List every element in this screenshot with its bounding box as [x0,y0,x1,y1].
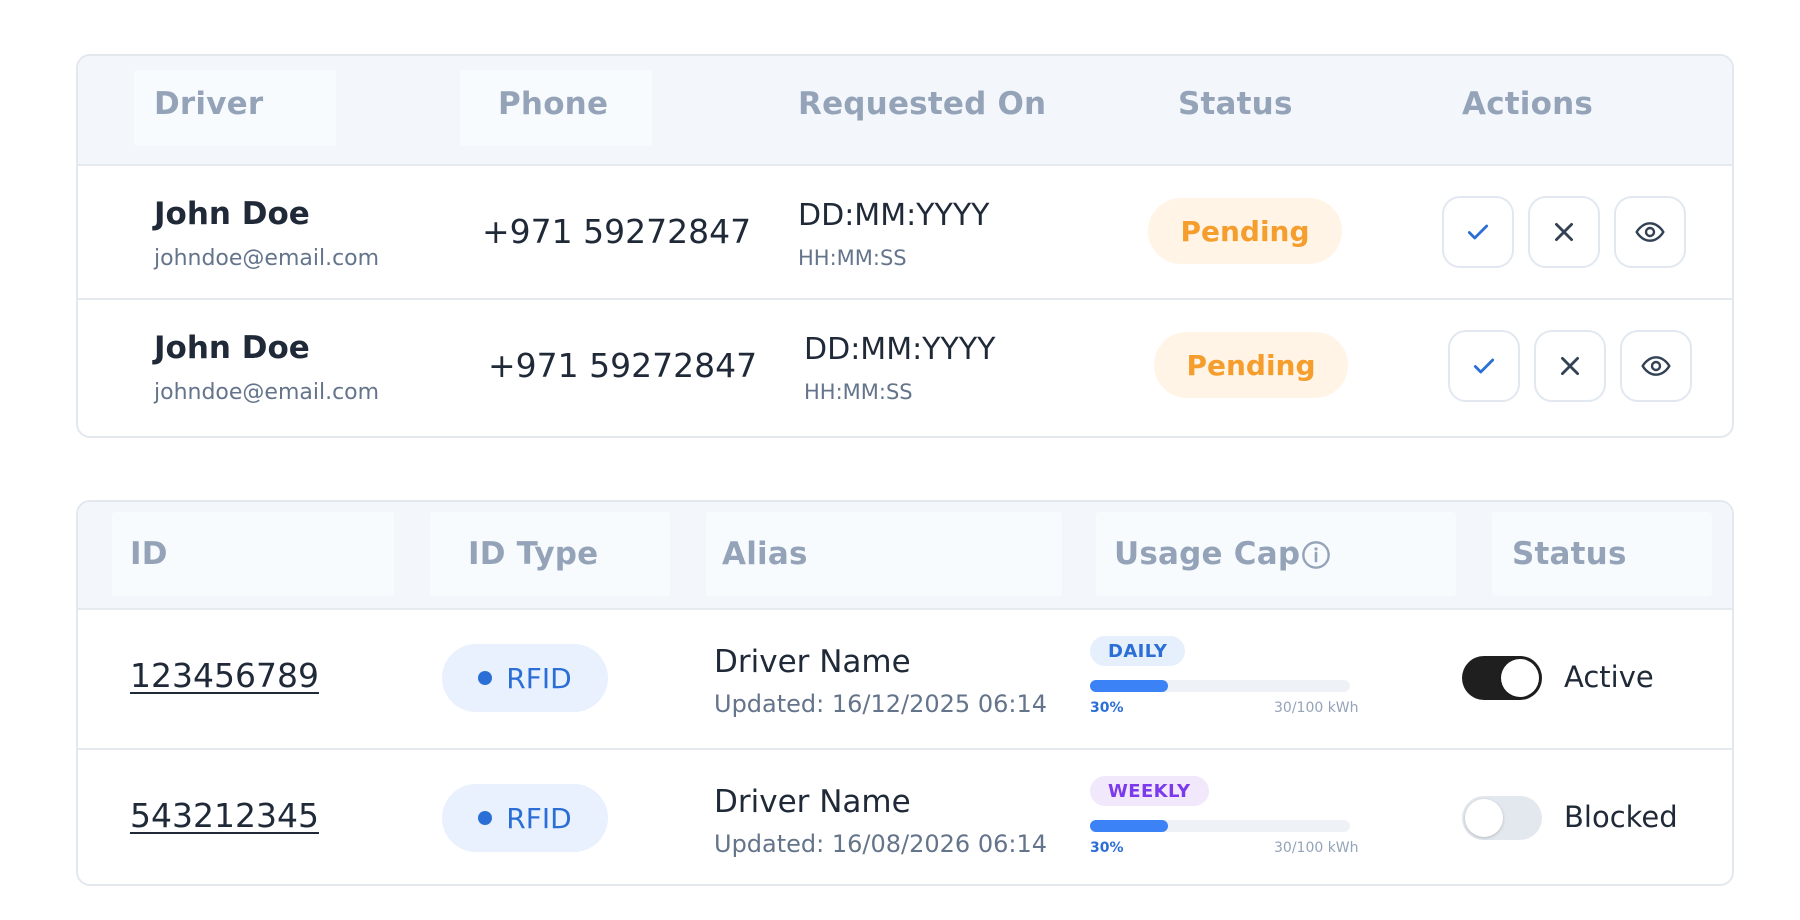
table-header: Driver Phone Requested On Status Actions [78,56,1732,164]
alias-updated: Updated: 16/12/2025 06:14 [714,690,1047,718]
approve-button[interactable] [1442,196,1514,268]
eye-icon [1641,356,1671,376]
header-actions: Actions [1462,86,1594,122]
header-driver: Driver [154,86,264,122]
requested-date: DD:MM:YYYY [798,198,990,233]
id-type-badge: RFID [442,784,608,852]
requested-time: HH:MM:SS [798,246,907,270]
view-button[interactable] [1620,330,1692,402]
alias-name: Driver Name [714,784,911,820]
table-row: John Doe johndoe@email.com +971 59272847… [78,164,1732,298]
check-icon [1467,224,1489,240]
toggle-knob [1501,659,1539,697]
alias-name: Driver Name [714,644,911,680]
usage-kwh: 30/100 kWh [1274,840,1359,856]
table-row: John Doe johndoe@email.com +971 59272847… [78,298,1732,436]
driver-email: johndoe@email.com [154,380,380,405]
driver-requests-table: Driver Phone Requested On Status Actions… [76,54,1734,438]
usage-progress-fill [1090,820,1168,832]
id-link[interactable]: 543212345 [130,796,319,835]
id-type-label: RFID [506,661,572,695]
status-toggle[interactable] [1462,796,1542,840]
driver-phone: +971 59272847 [488,346,758,385]
reject-button[interactable] [1528,196,1600,268]
toggle-knob [1465,799,1503,837]
usage-progress-fill [1090,680,1168,692]
header-status: Status [1178,86,1293,122]
status-badge: Pending [1154,332,1348,398]
dot-icon [478,671,493,685]
usage-percent: 30% [1090,700,1124,716]
status-label: Active [1564,660,1654,694]
status-badge: Pending [1148,198,1342,264]
status-toggle[interactable] [1462,656,1542,700]
usage-kwh: 30/100 kWh [1274,700,1359,716]
info-icon[interactable] [1300,539,1332,571]
close-icon [1555,223,1573,241]
requested-time: HH:MM:SS [804,380,913,404]
alias-updated: Updated: 16/08/2026 06:14 [714,830,1047,858]
view-button[interactable] [1614,196,1686,268]
header-usage-cap: Usage Cap [1114,536,1301,572]
header-id-type: ID Type [468,536,599,572]
header-status: Status [1512,536,1627,572]
reject-button[interactable] [1534,330,1606,402]
header-phone: Phone [498,86,609,122]
table-row: 123456789 RFID Driver Name Updated: 16/1… [78,608,1732,748]
dot-icon [478,811,493,825]
check-icon [1473,358,1495,374]
table-row: 543212345 RFID Driver Name Updated: 16/0… [78,748,1732,884]
driver-name: John Doe [154,196,310,232]
usage-progress [1090,820,1350,832]
header-alias: Alias [722,536,808,572]
status-label: Blocked [1564,800,1678,834]
close-icon [1561,357,1579,375]
header-requested-on: Requested On [798,86,1047,122]
cap-period-badge: WEEKLY [1090,776,1209,806]
table-header: ID ID Type Alias Usage Cap Status [78,502,1732,608]
header-id: ID [130,536,168,572]
id-type-badge: RFID [442,644,608,712]
cap-period-badge: DAILY [1090,636,1186,666]
requested-date: DD:MM:YYYY [804,332,996,367]
driver-email: johndoe@email.com [154,246,380,271]
usage-percent: 30% [1090,840,1124,856]
usage-progress [1090,680,1350,692]
id-type-label: RFID [506,801,572,835]
ids-table: ID ID Type Alias Usage Cap Status 123456… [76,500,1734,886]
driver-phone: +971 59272847 [482,212,752,251]
id-link[interactable]: 123456789 [130,656,319,695]
eye-icon [1635,222,1665,242]
approve-button[interactable] [1448,330,1520,402]
driver-name: John Doe [154,330,310,366]
